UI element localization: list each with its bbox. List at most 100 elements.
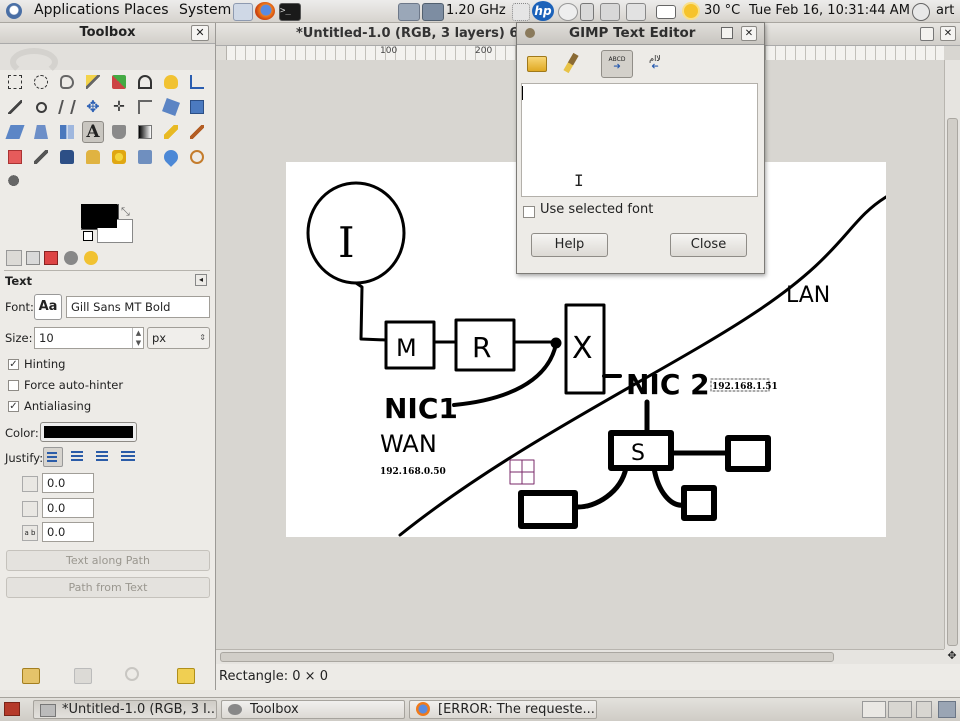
volume-icon[interactable] bbox=[626, 3, 646, 21]
justify-right-button[interactable] bbox=[68, 447, 88, 467]
select-by-color-tool[interactable] bbox=[108, 71, 130, 93]
images-tab-icon[interactable] bbox=[64, 251, 78, 265]
free-select-tool[interactable] bbox=[56, 71, 78, 93]
text-editor-textarea[interactable] bbox=[521, 83, 758, 197]
eraser-tool[interactable] bbox=[4, 146, 26, 168]
path-from-text-button[interactable]: Path from Text bbox=[6, 577, 210, 598]
applet-icon[interactable] bbox=[512, 3, 530, 21]
size-input[interactable]: 10 bbox=[34, 327, 144, 349]
ruler-corner[interactable] bbox=[216, 46, 227, 60]
vertical-scroll-thumb[interactable] bbox=[947, 118, 958, 646]
perspective-tool[interactable] bbox=[30, 121, 52, 143]
help-button[interactable]: Help bbox=[531, 233, 608, 257]
rtl-direction-button[interactable]: ﻻﺍﻡ ➜ bbox=[639, 50, 671, 78]
font-input[interactable]: Gill Sans MT Bold bbox=[66, 296, 210, 318]
flip-tool[interactable] bbox=[56, 121, 78, 143]
scissors-tool[interactable] bbox=[134, 71, 156, 93]
save-options-icon[interactable] bbox=[22, 668, 40, 684]
airbrush-tool[interactable] bbox=[30, 146, 52, 168]
smudge-tool[interactable] bbox=[186, 146, 208, 168]
toolbox-titlebar[interactable]: Toolbox ✕ bbox=[0, 23, 215, 44]
crop-tool[interactable] bbox=[134, 96, 156, 118]
show-desktop-icon[interactable] bbox=[4, 702, 20, 716]
reset-colors-icon[interactable] bbox=[83, 231, 93, 241]
close-button[interactable]: Close bbox=[670, 233, 747, 257]
justify-fill-button[interactable] bbox=[118, 447, 138, 467]
paths-tool[interactable] bbox=[186, 71, 208, 93]
swap-colors-icon[interactable]: ⤡ bbox=[121, 205, 130, 219]
text-editor-titlebar[interactable]: GIMP Text Editor ✕ bbox=[517, 23, 764, 45]
font-preview-button[interactable]: Aa bbox=[34, 294, 62, 320]
bucket-fill-tool[interactable] bbox=[108, 121, 130, 143]
measure-tool[interactable] bbox=[56, 96, 78, 118]
antialiasing-checkbox[interactable]: ✓ bbox=[8, 401, 19, 412]
menu-system[interactable]: System bbox=[179, 2, 231, 18]
fuzzy-select-tool[interactable] bbox=[82, 71, 104, 93]
terminal-icon[interactable]: >_ bbox=[279, 3, 301, 21]
display-icon[interactable] bbox=[398, 3, 420, 21]
undo-history-tab-icon[interactable] bbox=[44, 251, 58, 265]
mail-icon[interactable] bbox=[233, 3, 253, 21]
menu-places[interactable]: Places bbox=[124, 2, 169, 18]
image-close-button[interactable]: ✕ bbox=[940, 26, 956, 41]
toolbox-close-button[interactable]: ✕ bbox=[191, 25, 209, 41]
clear-text-button[interactable] bbox=[559, 52, 581, 75]
configure-tab-icon[interactable]: ◂ bbox=[195, 274, 207, 286]
image-maximize-button[interactable] bbox=[920, 27, 934, 41]
taskbar-item-browser[interactable]: [ERROR: The requeste... bbox=[409, 700, 597, 719]
color-picker-tool[interactable] bbox=[4, 96, 26, 118]
help-icon[interactable] bbox=[558, 3, 578, 21]
vertical-scrollbar[interactable] bbox=[944, 60, 960, 660]
size-spin-arrows[interactable]: ▲ ▼ bbox=[132, 328, 144, 348]
rect-select-tool[interactable] bbox=[4, 71, 26, 93]
open-file-button[interactable] bbox=[527, 53, 549, 73]
user-name[interactable]: art bbox=[936, 3, 954, 18]
dodge-burn-tool[interactable] bbox=[4, 171, 26, 193]
paintbrush-tool[interactable] bbox=[186, 121, 208, 143]
line-spacing-input[interactable]: 0.0 bbox=[42, 498, 94, 518]
use-selected-font-checkbox[interactable] bbox=[523, 206, 535, 218]
taskbar-item-toolbox[interactable]: Toolbox bbox=[221, 700, 405, 719]
ubuntu-foot-icon[interactable] bbox=[6, 3, 22, 19]
text-editor-close-x-button[interactable]: ✕ bbox=[741, 26, 757, 41]
reset-options-icon[interactable] bbox=[177, 668, 195, 684]
workspace-3[interactable] bbox=[916, 701, 932, 718]
brushes-tab-icon[interactable] bbox=[84, 251, 98, 265]
rotate-tool[interactable] bbox=[160, 96, 182, 118]
device-status-tab-icon[interactable] bbox=[26, 251, 40, 265]
hinting-checkbox[interactable]: ✓ bbox=[8, 359, 19, 370]
ltr-direction-button[interactable]: ABCD ➜ bbox=[601, 50, 633, 78]
scale-tool[interactable] bbox=[186, 96, 208, 118]
justify-left-button[interactable] bbox=[43, 447, 63, 467]
zoom-tool[interactable] bbox=[30, 96, 52, 118]
foreground-select-tool[interactable] bbox=[160, 71, 182, 93]
blur-tool[interactable] bbox=[160, 146, 182, 168]
network-icon[interactable] bbox=[600, 3, 620, 21]
horizontal-scrollbar[interactable] bbox=[216, 649, 944, 664]
clock[interactable]: Tue Feb 16, 10:31:44 AM bbox=[749, 3, 910, 18]
text-tool[interactable]: A bbox=[82, 121, 104, 143]
trash-icon[interactable] bbox=[938, 701, 956, 718]
size-unit-select[interactable]: px ⇕ bbox=[147, 327, 210, 349]
envelope-icon[interactable] bbox=[656, 5, 676, 19]
blend-tool[interactable] bbox=[134, 121, 156, 143]
dialog-menu-icon[interactable] bbox=[525, 28, 535, 38]
horizontal-scroll-thumb[interactable] bbox=[220, 652, 834, 662]
align-tool[interactable]: ✛ bbox=[108, 96, 130, 118]
menu-applications[interactable]: Applications bbox=[34, 2, 120, 18]
navigate-icon[interactable]: ✥ bbox=[944, 649, 960, 664]
firefox-icon[interactable] bbox=[255, 2, 275, 20]
heal-tool[interactable] bbox=[108, 146, 130, 168]
hp-icon[interactable]: hp bbox=[532, 1, 554, 21]
indent-input[interactable]: 0.0 bbox=[42, 473, 94, 493]
taskbar-item-image[interactable]: *Untitled-1.0 (RGB, 3 l... bbox=[33, 700, 217, 719]
move-tool[interactable]: ✥ bbox=[82, 96, 104, 118]
power-icon[interactable] bbox=[912, 3, 930, 21]
text-color-button[interactable] bbox=[40, 422, 137, 442]
text-along-path-button[interactable]: Text along Path bbox=[6, 550, 210, 571]
perspective-clone-tool[interactable] bbox=[134, 146, 156, 168]
force-autohinter-checkbox[interactable] bbox=[8, 380, 19, 391]
shear-tool[interactable] bbox=[4, 121, 26, 143]
text-editor-maximize-button[interactable] bbox=[721, 27, 733, 39]
justify-center-button[interactable] bbox=[93, 447, 113, 467]
